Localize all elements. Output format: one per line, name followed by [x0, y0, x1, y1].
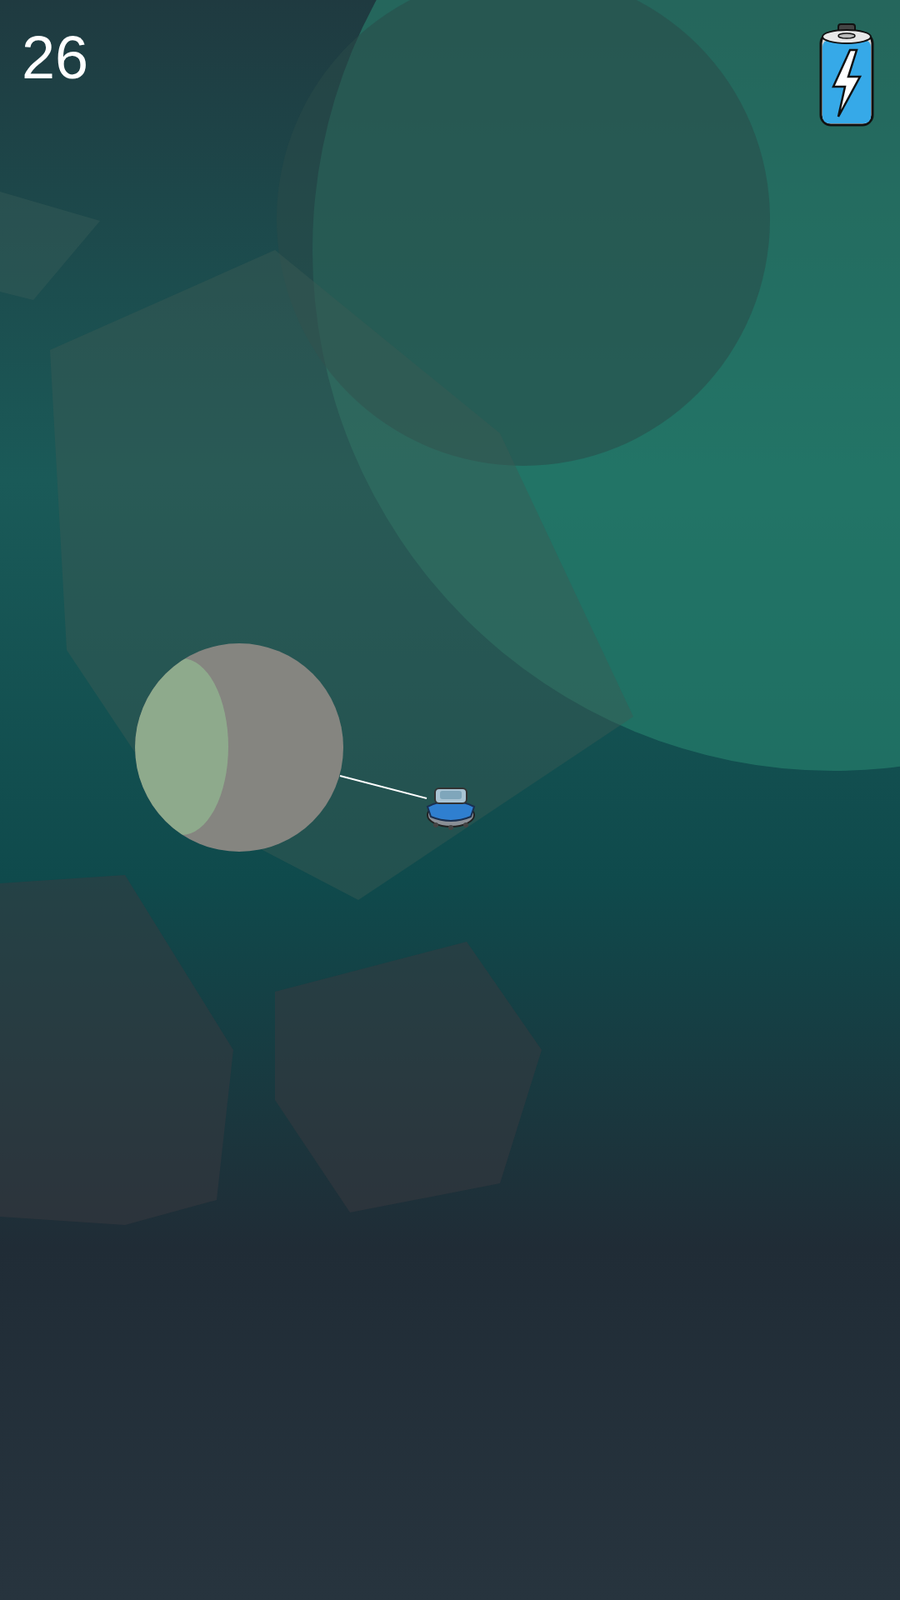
battery-icon [818, 21, 875, 129]
ship-icon[interactable] [420, 778, 481, 832]
planet[interactable] [135, 643, 344, 852]
game-stage[interactable]: 26 [0, 0, 900, 1600]
hud: 26 [0, 0, 900, 129]
score: 26 [21, 21, 89, 91]
